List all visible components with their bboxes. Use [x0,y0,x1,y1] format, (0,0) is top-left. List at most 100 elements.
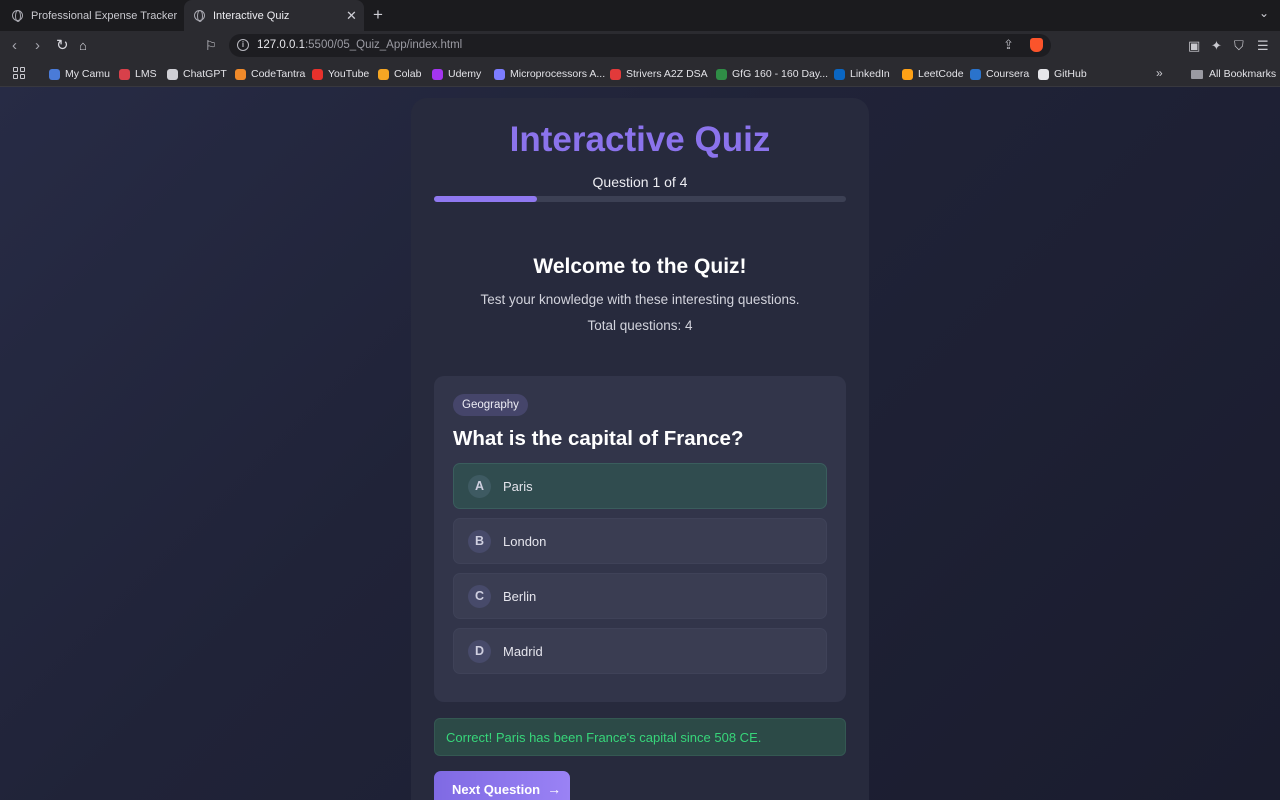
bookmark-label: Microprocessors A... [510,68,606,80]
chatgpt-icon [167,68,178,80]
bookmark-label: GfG 160 - 160 Day... [732,68,829,80]
question-text: What is the capital of France? [453,427,744,450]
apps-grid-icon[interactable] [13,67,26,80]
option-letter: A [468,475,491,498]
back-icon[interactable]: ‹ [12,37,17,55]
option-letter: B [468,530,491,553]
page-viewport: Interactive Quiz Question 1 of 4 Welcome… [0,87,1280,800]
bookmark-item[interactable]: Microprocessors A... [494,61,605,87]
globe-icon [12,10,23,22]
leetcode-icon [902,68,913,80]
progress-fill [434,196,537,202]
arrow-right-icon: → [547,781,562,797]
bookmark-item[interactable]: LeetCode [902,61,964,87]
bookmark-label: LinkedIn [850,68,890,80]
option-a[interactable]: A Paris [453,463,827,509]
globe-icon [194,10,205,22]
bookmark-item[interactable]: Colab [378,61,421,87]
codetantra-icon [235,68,246,80]
udemy-icon [432,68,443,80]
vpn-shield-icon[interactable]: ⛉ [1234,38,1244,54]
share-icon[interactable]: ⇪ [1003,37,1014,53]
option-text: Paris [503,479,533,494]
close-tab-icon[interactable]: ✕ [346,8,357,24]
bookmark-item[interactable]: Coursera [970,61,1029,87]
sidebar-icon[interactable]: ▣ [1188,38,1200,54]
bookmark-item[interactable]: My Camu [49,61,110,87]
bookmark-label: Udemy [448,68,482,80]
more-bookmarks-icon[interactable]: » [1156,66,1163,80]
gfg-icon [716,68,727,80]
bookmark-item[interactable]: GfG 160 - 160 Day... [716,61,828,87]
tab-title: Interactive Quiz [213,9,290,22]
tab-list-chevron-icon[interactable]: ⌄ [1259,6,1269,20]
browser-toolbar: ‹ › ↻ ⌂ ⚐ i 127.0.0.1:5500/05_Quiz_App/i… [0,31,1280,61]
option-c[interactable]: C Berlin [453,573,827,619]
bookmark-icon[interactable]: ⚐ [205,37,217,55]
bookmark-label: Colab [394,68,422,80]
option-letter: D [468,640,491,663]
all-bookmarks-button[interactable]: All Bookmarks [1191,61,1276,87]
progress-bar [434,196,846,202]
bookmark-label: YouTube [328,68,370,80]
welcome-text: Test your knowledge with these interesti… [480,292,800,307]
lms-icon [119,68,130,80]
bookmarks-bar: My Camu LMS ChatGPT CodeTantra YouTube Colab U… [0,61,1280,87]
bookmark-label: CodeTantra [251,68,306,80]
bookmark-label: GitHub [1054,68,1087,80]
next-question-button[interactable]: Next Question → [434,771,570,800]
bookmark-item[interactable]: LMS [119,61,157,87]
option-d[interactable]: D Madrid [453,628,827,674]
option-text: Berlin [503,589,537,604]
option-b[interactable]: B London [453,518,827,564]
bookmark-label: Coursera [986,68,1030,80]
quiz-card: Interactive Quiz Question 1 of 4 Welcome… [411,98,869,800]
option-letter: C [468,585,491,608]
tab-expense-tracker[interactable]: Professional Expense Tracker [12,0,187,31]
welcome-title: Welcome to the Quiz! [533,255,747,278]
bookmark-label: My Camu [65,68,110,80]
forward-icon[interactable]: › [35,37,40,55]
new-tab-icon[interactable]: + [373,5,383,25]
bookmark-item[interactable]: Strivers A2Z DSA [610,61,708,87]
feedback-message: Correct! Paris has been France's capital… [434,718,846,756]
leo-ai-icon[interactable]: ✦ [1211,38,1222,54]
brave-shields-icon[interactable] [1030,38,1043,52]
tab-interactive-quiz[interactable]: Interactive Quiz [184,0,364,31]
bookmark-item[interactable]: CodeTantra [235,61,305,87]
linkedin-icon [834,68,845,80]
option-text: London [503,534,547,549]
striver-icon [610,68,621,80]
camu-icon [49,68,60,80]
coursera-icon [970,68,981,80]
bookmark-item[interactable]: GitHub [1038,61,1087,87]
category-badge: Geography [453,394,528,416]
tab-bar: Professional Expense Tracker Interactive… [0,0,1280,31]
site-info-icon[interactable]: i [237,39,249,51]
tab-title: Professional Expense Tracker [31,9,178,22]
question-counter: Question 1 of 4 [592,174,688,190]
microprocessors-icon [494,68,505,80]
bookmark-item[interactable]: YouTube [312,61,369,87]
bookmark-label: LMS [135,68,157,80]
bookmark-label: LeetCode [918,68,964,80]
home-icon[interactable]: ⌂ [79,37,87,55]
youtube-icon [312,68,323,80]
total-questions: Total questions: 4 [587,318,693,333]
reload-icon[interactable]: ↻ [56,37,69,55]
question-box: Geography What is the capital of France?… [434,376,846,702]
option-text: Madrid [503,644,543,659]
folder-icon [1191,69,1203,79]
bookmark-item[interactable]: Udemy [432,61,481,87]
colab-icon [378,68,389,80]
bookmark-item[interactable]: ChatGPT [167,61,227,87]
all-bookmarks-label: All Bookmarks [1209,68,1277,80]
bookmark-label: Strivers A2Z DSA [626,68,708,80]
url-text[interactable]: 127.0.0.1:5500/05_Quiz_App/index.html [257,39,462,51]
menu-icon[interactable]: ☰ [1257,38,1269,54]
github-icon [1038,68,1049,80]
quiz-title: Interactive Quiz [509,120,771,159]
bookmark-label: ChatGPT [183,68,227,80]
bookmark-item[interactable]: LinkedIn [834,61,890,87]
address-bar[interactable]: i 127.0.0.1:5500/05_Quiz_App/index.html … [229,34,1051,57]
